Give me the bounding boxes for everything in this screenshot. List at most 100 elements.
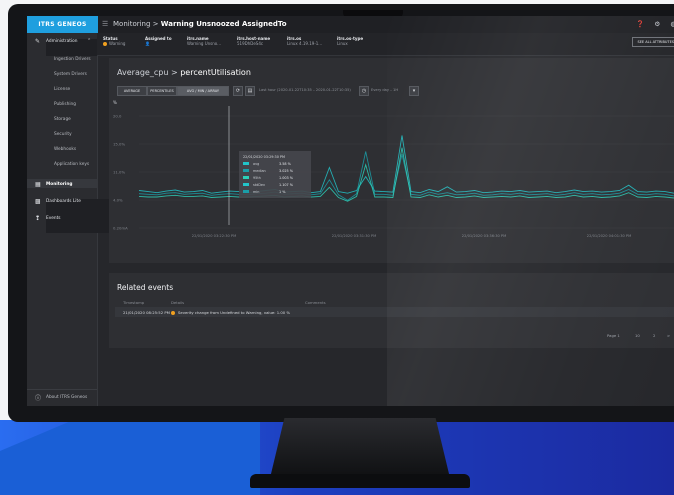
context-value: Warning xyxy=(103,41,125,46)
menu-icon[interactable]: ☰ xyxy=(102,20,108,28)
sidebar-item-storage[interactable]: Storage xyxy=(54,117,71,122)
tooltip-swatch xyxy=(243,176,249,179)
x-tick-label: 22/01/2020 04:01:30 PM xyxy=(587,234,631,238)
clock-icon[interactable]: ◷ xyxy=(359,86,369,96)
context-value-text: 519DhDeS4c xyxy=(237,41,264,46)
sidebar: ✎ Administration ⌃ Ingestion Drivers Syst… xyxy=(27,33,674,406)
panel-title-prefix[interactable]: Average_cpu xyxy=(117,68,168,77)
tooltip-series-name: avg xyxy=(253,162,259,166)
tooltip-swatch xyxy=(243,183,249,186)
y-tick-label: 4.0% xyxy=(113,198,123,203)
tooltip-swatch xyxy=(243,169,249,172)
context-value: 👤 xyxy=(145,41,172,46)
events-icon: ❢ xyxy=(35,215,41,222)
user-icon[interactable]: ◍ xyxy=(670,20,674,28)
breadcrumb: Monitoring > Warning Unsnoozed AssignedT… xyxy=(113,20,287,28)
context-value-text: Warning xyxy=(109,41,126,46)
tooltip-swatch xyxy=(243,190,249,193)
monitoring-icon: ▦ xyxy=(35,181,41,188)
context-value: Linux 4.19.19-1... xyxy=(287,41,322,46)
y-tick-label: 0.20mA xyxy=(113,226,128,231)
user-icon: 👤 xyxy=(145,41,150,46)
metric-panel: Average_cpu > percentUtilisation AVERAGE… xyxy=(109,58,674,263)
info-icon: ⓘ xyxy=(35,395,42,402)
sidebar-item-security[interactable]: Security xyxy=(54,132,72,137)
sidebar-item-monitoring[interactable]: Monitoring xyxy=(46,182,73,187)
pager-next[interactable]: 2 xyxy=(653,333,655,338)
about-label: About ITRS Geneos xyxy=(46,395,88,400)
tooltip-series-name: 95th xyxy=(253,176,261,180)
tooltip-series-name: min xyxy=(253,190,259,194)
context-value: Warning Unsno... xyxy=(187,41,221,46)
x-tick-label: 22/01/2020 03:22:30 PM xyxy=(192,234,236,238)
interval-text[interactable]: Every day – 1H xyxy=(371,88,398,92)
y-tick-label: 15.0% xyxy=(113,142,125,147)
tooltip-series-value: 1 % xyxy=(279,190,286,194)
x-tick-label: 22/01/2020 03:36:30 PM xyxy=(462,234,506,238)
sidebar-item-webhooks[interactable]: Webhooks xyxy=(54,147,76,152)
main-content: Average_cpu > percentUtilisation AVERAGE… xyxy=(101,58,674,406)
breadcrumb-separator: > xyxy=(152,20,159,28)
pager-total[interactable]: 10 xyxy=(635,333,640,338)
sidebar-item-system-drivers[interactable]: System Drivers xyxy=(54,72,87,77)
related-events-panel: Related events Timestamp Details Comment… xyxy=(109,273,674,348)
context-column: Status Warning xyxy=(103,36,125,46)
dashboard-icon: ▩ xyxy=(35,198,41,205)
context-column: itrs.host-name 519DhDeS4c xyxy=(237,36,270,46)
refresh-icon[interactable]: ⟳ xyxy=(233,86,243,96)
panel-title: Average_cpu > percentUtilisation xyxy=(117,68,251,77)
context-value: 519DhDeS4c xyxy=(237,41,270,46)
tooltip-title: 22/01/2020 03:29:30 PM xyxy=(243,155,285,159)
events-header-comments[interactable]: Comments xyxy=(305,300,326,305)
events-header-details[interactable]: Details xyxy=(171,300,184,305)
context-column: Assigned to 👤 xyxy=(145,36,172,46)
context-value-text: Linux xyxy=(337,41,348,46)
event-timestamp: 21/01/2020 08:25:52 PM xyxy=(123,310,170,315)
event-details-text: Severity change from Undefined to Warnin… xyxy=(178,310,290,315)
pager-label: Page 1 xyxy=(607,333,620,338)
context-bar: Status Warning Assigned to 👤 itrs.name Warnin… xyxy=(97,33,674,56)
line-chart[interactable]: % 20.0 15.0% 11.0% 4.0% 0.20mA 22/01/2020 03:2… xyxy=(109,98,674,263)
time-range-text[interactable]: Last hour (2020-01-22T10:35 – 2020-01-22… xyxy=(259,88,351,92)
events-header-timestamp[interactable]: Timestamp xyxy=(123,300,144,305)
sidebar-item-license[interactable]: License xyxy=(54,87,70,92)
sidebar-item-ingestion-drivers[interactable]: Ingestion Drivers xyxy=(54,57,91,62)
about-link[interactable]: ⓘ About ITRS Geneos xyxy=(27,389,97,404)
settings-icon[interactable]: ⚙ xyxy=(654,20,660,28)
y-axis-label: % xyxy=(113,100,117,105)
breadcrumb-current: Warning Unsnoozed AssignedTo xyxy=(160,20,287,28)
event-details: Severity change from Undefined to Warnin… xyxy=(171,310,290,315)
top-icons: ❓ ⚙ ◍ xyxy=(628,20,674,28)
see-all-attributes-button[interactable]: SEE ALL ATTRIBUTES xyxy=(631,37,674,47)
x-tick-label: 22/01/2020 03:31:30 PM xyxy=(332,234,376,238)
top-bar: ITRS GENEOS ☰ Monitoring > Warning Unsno… xyxy=(27,16,674,33)
tooltip-series-value: 1.003 % xyxy=(279,176,294,180)
warning-status-dot xyxy=(171,311,175,315)
warning-status-dot xyxy=(103,42,107,46)
context-column: itrs.name Warning Unsno... xyxy=(187,36,221,46)
sidebar-item-application-keys[interactable]: Application keys xyxy=(54,162,89,167)
calendar-icon[interactable]: ▤ xyxy=(245,86,255,96)
panel-title-metric: percentUtilisation xyxy=(180,68,251,77)
events-title: Related events xyxy=(117,283,174,292)
screen: ITRS GENEOS ☰ Monitoring > Warning Unsno… xyxy=(27,16,674,406)
percentiles-button[interactable]: PERCENTILES xyxy=(147,86,177,96)
pager-last[interactable]: > xyxy=(667,333,670,338)
tooltip-series-name: median xyxy=(253,169,266,173)
interval-dropdown-icon[interactable]: ▾ xyxy=(409,86,419,96)
tooltip-series-name: stdDev xyxy=(253,183,265,187)
tooltip-series-value: 1.107 % xyxy=(279,183,294,187)
context-column: itrs.os-type Linux xyxy=(337,36,363,46)
monitor-stand-foot xyxy=(250,474,470,488)
series-line xyxy=(138,151,674,201)
help-icon[interactable]: ❓ xyxy=(636,20,644,28)
avg-min-array-button[interactable]: AVG / MIN / ARRAY xyxy=(177,86,229,96)
average-button[interactable]: AVERAGE xyxy=(117,86,147,96)
sidebar-item-publishing[interactable]: Publishing xyxy=(54,102,76,107)
tooltip-series-value: 3.58 % xyxy=(279,162,292,166)
context-column: itrs.os Linux 4.19.19-1... xyxy=(287,36,322,46)
app-logo[interactable]: ITRS GENEOS xyxy=(27,16,98,33)
breadcrumb-parent[interactable]: Monitoring xyxy=(113,20,150,28)
y-tick-label: 20.0 xyxy=(113,114,122,119)
chevron-up-icon[interactable]: ⌃ xyxy=(87,38,91,44)
